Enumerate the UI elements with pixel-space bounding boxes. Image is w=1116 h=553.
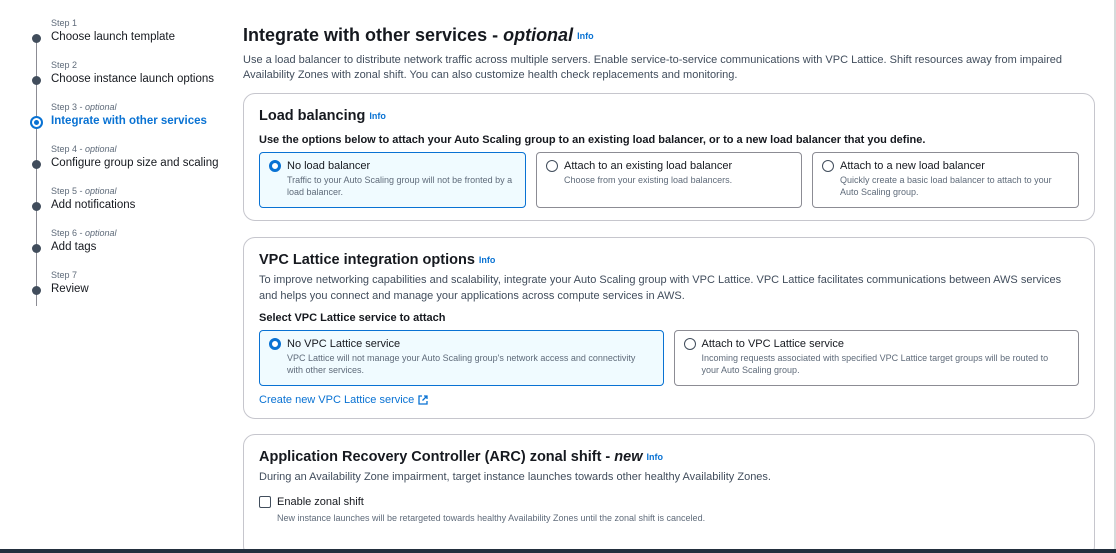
- step-title[interactable]: Choose launch template: [51, 30, 220, 45]
- step-3-current: Step 3 - optional Integrate with other s…: [30, 99, 220, 141]
- step-number-label: Step 7: [51, 270, 78, 280]
- vpc-lattice-panel: VPC Lattice integration options Info To i…: [243, 237, 1095, 419]
- option-title: Attach to a new load balancer: [840, 160, 985, 173]
- step-indicator-icon: [32, 202, 41, 211]
- step-number-label: Step 1: [51, 18, 78, 28]
- external-link-icon: [418, 395, 428, 405]
- option-no-vpc-lattice[interactable]: No VPC Lattice service VPC Lattice will …: [259, 330, 664, 387]
- radio-selected-icon[interactable]: [269, 160, 281, 173]
- load-balancing-title: Load balancing Info: [259, 108, 386, 124]
- step-title[interactable]: Add notifications: [51, 198, 220, 213]
- zonal-shift-title: Application Recovery Controller (ARC) zo…: [259, 449, 663, 465]
- option-attach-vpc-lattice[interactable]: Attach to VPC Lattice service Incoming r…: [673, 330, 1079, 387]
- step-indicator-icon: [32, 160, 41, 169]
- step-number-label: Step 6 - optional: [51, 228, 117, 238]
- load-balancing-question: Use the options below to attach your Aut…: [259, 134, 926, 147]
- page-description: Use a load balancer to distribute networ…: [243, 54, 1063, 82]
- radio-icon[interactable]: [683, 338, 696, 351]
- step-indicator-icon: [32, 286, 41, 295]
- option-title: Attach to an existing load balancer: [564, 160, 733, 173]
- step-2[interactable]: Step 2 Choose instance launch options: [30, 57, 220, 99]
- step-indicator-icon: [32, 244, 41, 253]
- option-description: Traffic to your Auto Scaling group will …: [287, 175, 513, 198]
- step-number-label: Step 4 - optional: [51, 144, 117, 154]
- zonal-shift-panel: Application Recovery Controller (ARC) zo…: [243, 434, 1095, 553]
- create-vpc-lattice-link[interactable]: Create new VPC Lattice service: [259, 394, 428, 406]
- option-description: Choose from your existing load balancers…: [564, 175, 733, 186]
- step-title[interactable]: Choose instance launch options: [51, 72, 220, 87]
- option-existing-load-balancer[interactable]: Attach to an existing load balancer Choo…: [536, 152, 802, 209]
- vpc-lattice-description: To improve networking capabilities and s…: [259, 274, 1062, 303]
- step-indicator-icon: [32, 34, 41, 43]
- zonal-shift-description: During an Availability Zone impairment, …: [259, 471, 771, 484]
- option-description: Incoming requests associated with specif…: [701, 353, 1049, 376]
- wizard-steps-nav: Step 1 Choose launch template Step 2 Cho…: [30, 15, 220, 309]
- step-indicator-icon: [32, 76, 41, 85]
- load-balancing-info-link[interactable]: Info: [369, 111, 386, 121]
- step-5[interactable]: Step 5 - optional Add notifications: [30, 183, 220, 225]
- enable-zonal-shift-description: New instance launches will be retargeted…: [277, 513, 706, 524]
- step-title[interactable]: Configure group size and scaling: [51, 156, 220, 171]
- zonal-shift-info-link[interactable]: Info: [646, 452, 663, 462]
- radio-selected-icon[interactable]: [269, 338, 281, 351]
- step-number-label: Step 2: [51, 60, 78, 70]
- load-balancing-panel: Load balancing Info Use the options below…: [243, 93, 1095, 221]
- radio-icon[interactable]: [546, 160, 558, 173]
- main-content: Integrate with other services - optional…: [243, 22, 1095, 553]
- vpc-lattice-title: VPC Lattice integration options Info: [259, 252, 496, 268]
- step-number-label: Step 3 - optional: [51, 102, 117, 112]
- page-title: Integrate with other services - optional…: [243, 25, 594, 45]
- enable-zonal-shift-label[interactable]: Enable zonal shift: [277, 495, 1079, 509]
- step-1[interactable]: Step 1 Choose launch template: [30, 15, 220, 57]
- step-7[interactable]: Step 7 Review: [30, 267, 220, 309]
- create-vpc-lattice-link-text[interactable]: Create new VPC Lattice service: [259, 394, 414, 406]
- option-title: No VPC Lattice service: [287, 338, 401, 351]
- option-description: Quickly create a basic load balancer to …: [840, 175, 1052, 198]
- enable-zonal-shift-row[interactable]: Enable zonal shift New instance launches…: [259, 495, 1079, 524]
- option-new-load-balancer[interactable]: Attach to a new load balancer Quickly cr…: [812, 152, 1079, 209]
- vpc-lattice-options: No VPC Lattice service VPC Lattice will …: [259, 330, 1079, 387]
- option-no-load-balancer[interactable]: No load balancer Traffic to your Auto Sc…: [259, 152, 526, 209]
- radio-icon[interactable]: [822, 160, 834, 173]
- option-title: Attach to VPC Lattice service: [701, 338, 844, 351]
- step-number-label: Step 5 - optional: [51, 186, 117, 196]
- bottom-bar: [0, 549, 1116, 553]
- step-4[interactable]: Step 4 - optional Configure group size a…: [30, 141, 220, 183]
- load-balancing-options: No load balancer Traffic to your Auto Sc…: [259, 152, 1079, 209]
- option-title: No load balancer: [287, 160, 371, 173]
- step-title[interactable]: Add tags: [51, 240, 220, 255]
- page-info-link[interactable]: Info: [577, 31, 594, 41]
- step-6[interactable]: Step 6 - optional Add tags: [30, 225, 220, 267]
- step-title[interactable]: Review: [51, 282, 220, 297]
- option-description: VPC Lattice will not manage your Auto Sc…: [287, 353, 636, 376]
- current-step-indicator-icon: [30, 116, 43, 129]
- enable-zonal-shift-checkbox[interactable]: [259, 496, 271, 509]
- vpc-lattice-question: Select VPC Lattice service to attach: [259, 312, 446, 325]
- step-title: Integrate with other services: [51, 115, 207, 127]
- vpc-lattice-info-link[interactable]: Info: [479, 255, 496, 265]
